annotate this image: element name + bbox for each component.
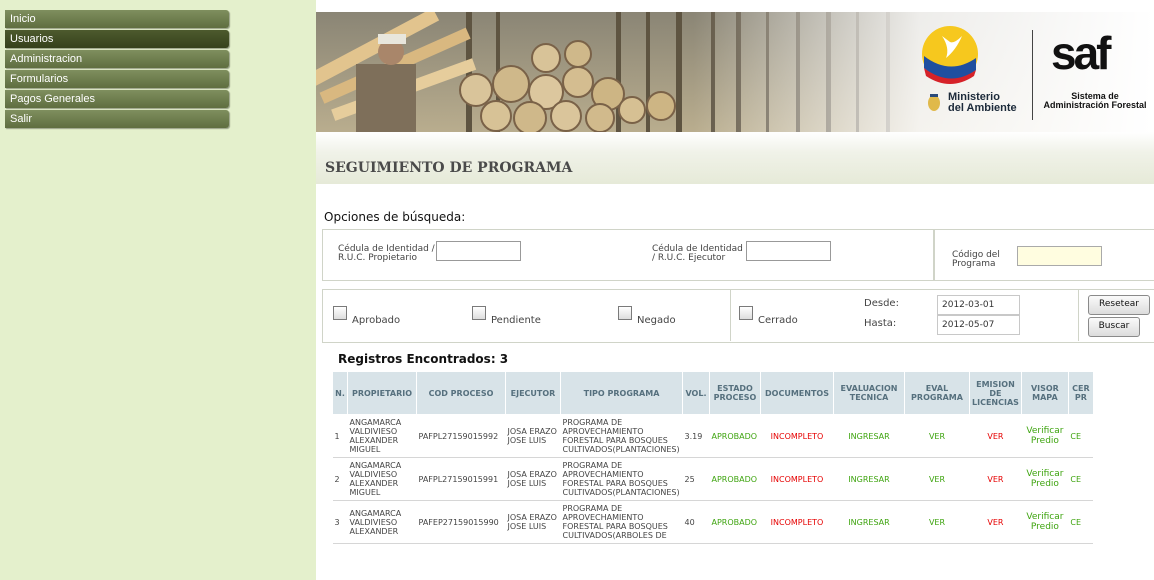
search-options-heading: Opciones de búsqueda:: [324, 210, 466, 224]
table-row: 2 ANGAMARCA VALDIVIESO ALEXANDER MIGUEL …: [332, 457, 1094, 501]
cell-evaluacion-link[interactable]: INGRESAR: [833, 457, 905, 501]
checkbox-cerrado[interactable]: [739, 306, 753, 320]
saf-subtitle: Sistema de Administración Forestal: [1043, 91, 1147, 110]
cell-propietario: ANGAMARCA VALDIVIESO ALEXANDER: [347, 500, 417, 544]
cedula-ejecutor-input[interactable]: [746, 241, 831, 261]
cedula-propietario-label: Cédula de Identidad / R.U.C. Propietario: [338, 244, 435, 263]
cell-documentos-link[interactable]: INCOMPLETO: [760, 457, 834, 501]
saf-logo-text: saf: [1051, 27, 1112, 79]
header-propietario: PROPIETARIO: [347, 371, 417, 415]
cell-estado-proceso: APROBADO: [709, 500, 761, 544]
checkbox-aprobado[interactable]: [333, 306, 347, 320]
menu-item-usuarios[interactable]: Usuarios: [5, 30, 229, 48]
cell-cer-link[interactable]: CE: [1068, 500, 1094, 544]
cell-ejecutor: JOSA ERAZO JOSE LUIS: [505, 414, 561, 458]
cell-vol: 40: [682, 500, 710, 544]
cell-n: 3: [332, 500, 348, 544]
header-tipo-programa: TIPO PROGRAMA: [560, 371, 683, 415]
cell-n: 1: [332, 414, 348, 458]
cell-emision-link[interactable]: VER: [969, 457, 1022, 501]
header-vol: VOL.: [682, 371, 710, 415]
cell-vol: 3.19: [682, 414, 710, 458]
header-emision-licencias: EMISION DE LICENCIAS: [969, 371, 1022, 415]
cell-vol: 25: [682, 457, 710, 501]
hasta-label: Hasta:: [864, 318, 897, 329]
menu-item-formularios[interactable]: Formularios: [5, 70, 229, 88]
codigo-programa-input[interactable]: [1017, 246, 1102, 266]
menu-item-administracion[interactable]: Administracion: [5, 50, 229, 68]
cell-cod-proceso: PAFEP27159015990: [416, 500, 506, 544]
header-documentos: DOCUMENTOS: [760, 371, 834, 415]
menu-item-salir[interactable]: Salir: [5, 110, 229, 128]
cell-ejecutor: JOSA ERAZO JOSE LUIS: [505, 500, 561, 544]
cell-ejecutor: JOSA ERAZO JOSE LUIS: [505, 457, 561, 501]
title-bar: [316, 132, 1154, 184]
cell-tipo-programa: PROGRAMA DE APROVECHAMIENTO FORESTAL PAR…: [560, 500, 683, 544]
cell-emision-link[interactable]: VER: [969, 414, 1022, 458]
checkbox-cerrado-label: Cerrado: [758, 315, 798, 326]
cell-propietario: ANGAMARCA VALDIVIESO ALEXANDER MIGUEL: [347, 457, 417, 501]
results-table: N. PROPIETARIO COD PROCESO EJECUTOR TIPO…: [332, 371, 1094, 544]
cell-evaluacion-link[interactable]: INGRESAR: [833, 414, 905, 458]
desde-label: Desde:: [864, 298, 899, 309]
hasta-input[interactable]: 2012-05-07: [937, 315, 1020, 335]
header-estado-proceso: ESTADO PROCESO: [709, 371, 761, 415]
ecuador-coat-of-arms-icon: [926, 92, 942, 112]
date-divider: [730, 289, 731, 341]
header-eval-programa: EVAL PROGRAMA: [904, 371, 970, 415]
main-menu: Inicio Usuarios Administracion Formulari…: [5, 10, 229, 130]
forest-logs-image: [316, 12, 1154, 132]
cell-evaluacion-link[interactable]: INGRESAR: [833, 500, 905, 544]
cell-visor-link[interactable]: Verificar Predio: [1021, 500, 1069, 544]
cell-eval-programa-link[interactable]: VER: [904, 414, 970, 458]
desde-input[interactable]: 2012-03-01: [937, 295, 1020, 315]
cell-eval-programa-link[interactable]: VER: [904, 457, 970, 501]
checkbox-negado[interactable]: [618, 306, 632, 320]
records-found-label: Registros Encontrados: 3: [338, 352, 509, 366]
cell-tipo-programa: PROGRAMA DE APROVECHAMIENTO FORESTAL PAR…: [560, 414, 683, 458]
cedula-ejecutor-label: Cédula de Identidad / R.U.C. Ejecutor: [652, 244, 743, 263]
cell-estado-proceso: APROBADO: [709, 457, 761, 501]
header-evaluacion-tecnica: EVALUACION TECNICA: [833, 371, 905, 415]
table-row: 3 ANGAMARCA VALDIVIESO ALEXANDER PAFEP27…: [332, 500, 1094, 544]
cell-tipo-programa: PROGRAMA DE APROVECHAMIENTO FORESTAL PAR…: [560, 457, 683, 501]
ministerio-logo-icon: [920, 24, 980, 84]
header-visor-mapa: VISOR MAPA: [1020, 371, 1069, 415]
menu-item-inicio[interactable]: Inicio: [5, 10, 229, 28]
logo-divider: [1032, 30, 1033, 120]
search-row-2: [322, 289, 1154, 343]
cell-cod-proceso: PAFPL27159015991: [416, 457, 506, 501]
ministerio-text: Ministerio del Ambiente: [948, 91, 1017, 114]
cell-n: 2: [332, 457, 348, 501]
header-cer: CER PR: [1067, 371, 1094, 415]
cell-visor-link[interactable]: Verificar Predio: [1021, 457, 1069, 501]
cell-cer-link[interactable]: CE: [1068, 457, 1094, 501]
checkbox-pendiente[interactable]: [472, 306, 486, 320]
search-button[interactable]: Buscar: [1088, 317, 1140, 337]
codigo-programa-label: Código del Programa: [952, 250, 1000, 269]
header-ejecutor: EJECUTOR: [505, 371, 561, 415]
cell-propietario: ANGAMARCA VALDIVIESO ALEXANDER MIGUEL: [347, 414, 417, 458]
cell-estado-proceso: APROBADO: [709, 414, 761, 458]
header-banner-photo: [316, 12, 1154, 132]
header-cod-proceso: COD PROCESO: [416, 371, 506, 415]
table-header-row: N. PROPIETARIO COD PROCESO EJECUTOR TIPO…: [332, 371, 1094, 415]
cell-emision-link[interactable]: VER: [969, 500, 1022, 544]
cell-documentos-link[interactable]: INCOMPLETO: [760, 414, 834, 458]
buttons-divider: [1078, 289, 1079, 341]
menu-item-pagos-generales[interactable]: Pagos Generales: [5, 90, 229, 108]
cell-visor-link[interactable]: Verificar Predio: [1021, 414, 1069, 458]
reset-button[interactable]: Resetear: [1088, 295, 1150, 315]
checkbox-aprobado-label: Aprobado: [352, 315, 401, 326]
table-row: 1 ANGAMARCA VALDIVIESO ALEXANDER MIGUEL …: [332, 414, 1094, 458]
cell-eval-programa-link[interactable]: VER: [904, 500, 970, 544]
checkbox-negado-label: Negado: [637, 315, 676, 326]
page-title: SEGUIMIENTO DE PROGRAMA: [325, 160, 573, 176]
cell-cer-link[interactable]: CE: [1068, 414, 1094, 458]
checkbox-pendiente-label: Pendiente: [491, 315, 541, 326]
header-n: N.: [332, 371, 348, 415]
cell-cod-proceso: PAFPL27159015992: [416, 414, 506, 458]
cell-documentos-link[interactable]: INCOMPLETO: [760, 500, 834, 544]
cedula-propietario-input[interactable]: [436, 241, 521, 261]
